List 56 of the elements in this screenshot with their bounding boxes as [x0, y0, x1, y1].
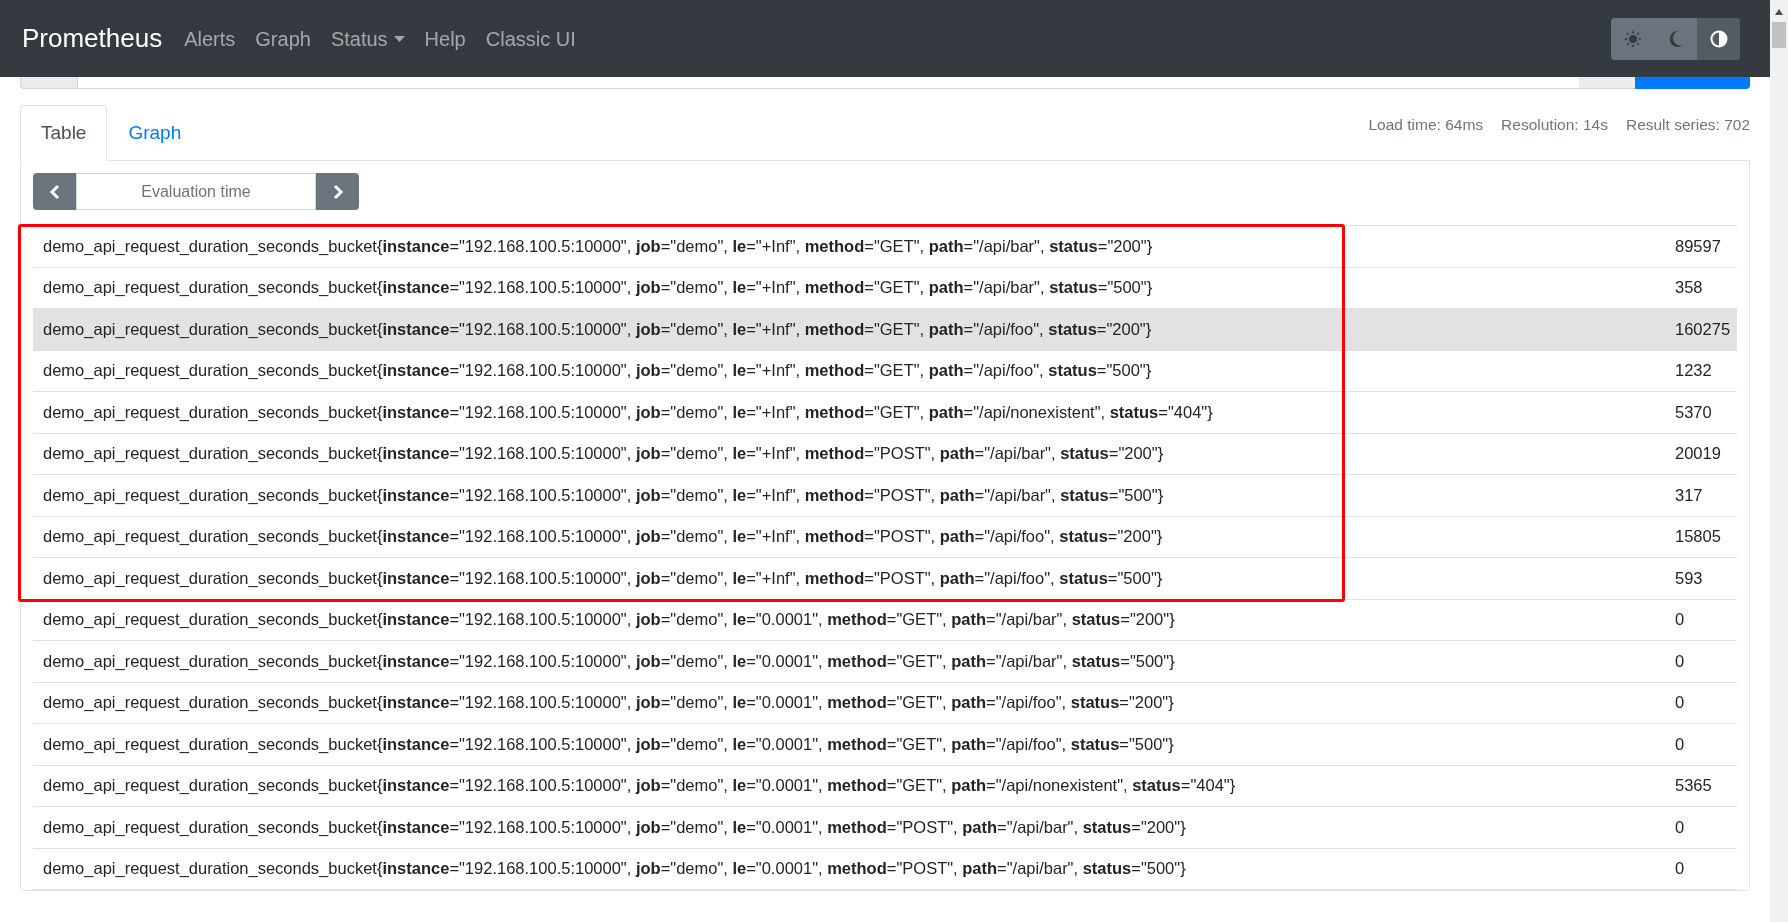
- sun-icon: [1623, 29, 1642, 48]
- value-cell-text: 15805: [1675, 526, 1722, 548]
- tab[interactable]: Table: [20, 105, 108, 161]
- series-cell-text: demo_api_request_duration_seconds_bucket{instance="192.168.100.5:10000", job="demo", le="0.0001", method="POST", path="/api/bar", status="500"}: [42, 858, 1186, 880]
- next-button[interactable]: [316, 173, 359, 210]
- evaluation-time-field[interactable]: Evaluation time: [76, 173, 316, 210]
- series-cell-text: demo_api_request_duration_seconds_bucket{instance="192.168.100.5:10000", job="demo", le="0.0001", method="GET", path="/api/bar", status="200"}: [42, 609, 1175, 631]
- value-cell-text: 0: [1675, 609, 1686, 631]
- series-cell-text: demo_api_request_duration_seconds_bucket{instance="192.168.100.5:10000", job="demo", le="0.0001", method="GET", path="/api/nonexistent", status="404"}: [42, 775, 1236, 797]
- series-cell-text: demo_api_request_duration_seconds_bucket{instance="192.168.100.5:10000", job="demo", le="0.0001", method="GET", path="/api/foo", status="500"}: [42, 733, 1174, 755]
- series-cell-text: demo_api_request_duration_seconds_bucket{instance="192.168.100.5:10000", job="demo", le="0.0001", method="GET", path="/api/foo", status="200"}: [42, 692, 1174, 714]
- chevron-left-icon: [48, 183, 61, 200]
- series-cell-text: demo_api_request_duration_seconds_bucket{instance="192.168.100.5:10000", job="demo", le="0.0001", method="GET", path="/api/bar", status="500"}: [42, 650, 1175, 672]
- series-cell-text: demo_api_request_duration_seconds_bucket{instance="192.168.100.5:10000", job="demo", le="+Inf", method="POST", path="/api/foo", status="200"}: [42, 526, 1163, 548]
- value-cell-text: 0: [1675, 816, 1686, 838]
- caret-down-icon: [393, 35, 405, 42]
- value-cell-text: 0: [1675, 650, 1686, 672]
- series-cell-text: demo_api_request_duration_seconds_bucket{instance="192.168.100.5:10000", job="demo", le="+Inf", method="POST", path="/api/bar", status="500"}: [42, 484, 1164, 506]
- series-cell-text: demo_api_request_duration_seconds_bucket{instance="192.168.100.5:10000", job="demo", le="+Inf", method="POST", path="/api/bar", status="200"}: [42, 443, 1164, 465]
- value-cell-text: 0: [1675, 733, 1686, 755]
- stat-text: Result series: 702: [1625, 115, 1750, 135]
- value-cell-text: 358: [1675, 277, 1704, 299]
- value-cell-text: 5365: [1675, 775, 1713, 797]
- series-cell-text: demo_api_request_duration_seconds_bucket{instance="192.168.100.5:10000", job="demo", le="+Inf", method="GET", path="/api/bar", status="500"}: [42, 277, 1153, 299]
- nav-link[interactable]: Classic UI: [485, 23, 576, 54]
- scroll-up-icon[interactable]: [1774, 8, 1784, 16]
- series-cell-text: demo_api_request_duration_seconds_bucket{instance="192.168.100.5:10000", job="demo", le="+Inf", method="GET", path="/api/foo", status="200"}: [42, 318, 1152, 340]
- theme-button[interactable]: [1697, 17, 1740, 60]
- series-cell-text: demo_api_request_duration_seconds_bucket{instance="192.168.100.5:10000", job="demo", le="+Inf", method="GET", path="/api/nonexistent", status="404"}: [42, 401, 1213, 423]
- value-cell-text: 1232: [1675, 360, 1713, 382]
- value-cell-text: 317: [1675, 484, 1704, 506]
- stat-text: Load time: 64ms: [1368, 115, 1484, 135]
- value-cell-text: 5370: [1675, 401, 1713, 423]
- contrast-icon: [1709, 29, 1728, 48]
- scroll-thumb[interactable]: [1772, 22, 1786, 48]
- value-cell-text: 89597: [1675, 235, 1722, 257]
- value-cell-text: 0: [1675, 858, 1686, 880]
- scrollbar[interactable]: [1770, 0, 1788, 922]
- nav-link[interactable]: Graph: [255, 23, 311, 54]
- brand-title[interactable]: Prometheus: [22, 19, 163, 58]
- value-cell-text: 593: [1675, 567, 1704, 589]
- value-cell-text: 20019: [1675, 443, 1722, 465]
- value-cell-text: 0: [1675, 692, 1686, 714]
- nav-link[interactable]: Help: [424, 23, 466, 54]
- series-cell-text: demo_api_request_duration_seconds_bucket{instance="192.168.100.5:10000", job="demo", le="+Inf", method="POST", path="/api/foo", status="500"}: [42, 567, 1163, 589]
- tab[interactable]: Graph: [107, 105, 203, 161]
- series-cell-text: demo_api_request_duration_seconds_bucket{instance="192.168.100.5:10000", job="demo", le="+Inf", method="GET", path="/api/bar", status="200"}: [42, 235, 1153, 257]
- chevron-right-icon: [331, 183, 344, 200]
- moon-icon: [1667, 29, 1684, 48]
- series-cell-text: demo_api_request_duration_seconds_bucket{instance="192.168.100.5:10000", job="demo", le="+Inf", method="GET", path="/api/foo", status="500"}: [42, 360, 1152, 382]
- series-cell-text: demo_api_request_duration_seconds_bucket{instance="192.168.100.5:10000", job="demo", le="0.0001", method="POST", path="/api/bar", status="200"}: [42, 816, 1186, 838]
- value-cell-text: 160275: [1675, 318, 1732, 340]
- nav-link[interactable]: Status: [330, 23, 405, 54]
- previous-button[interactable]: [33, 173, 76, 210]
- nav-link[interactable]: Alerts: [184, 23, 236, 54]
- stat-text: Resolution: 14s: [1501, 115, 1608, 135]
